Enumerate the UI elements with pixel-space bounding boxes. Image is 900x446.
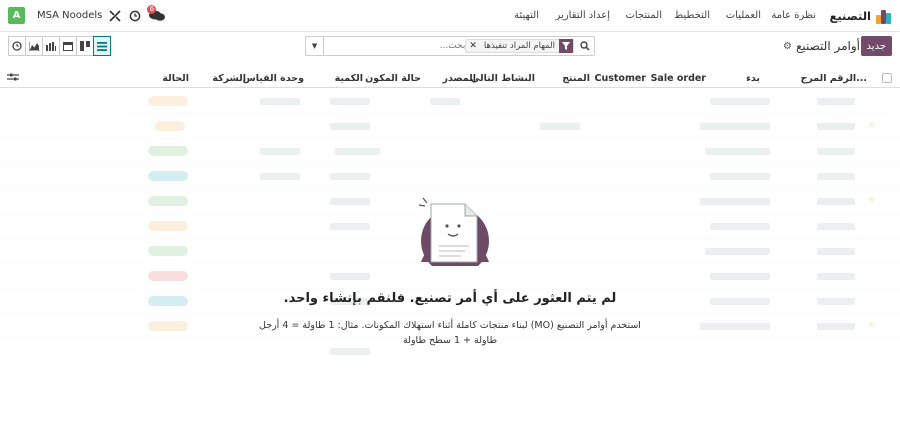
search-bar: المهام المراد تنفيذها ✕ ▼ <box>305 36 595 56</box>
remove-facet-icon[interactable]: ✕ <box>466 41 480 51</box>
facet-label: المهام المراد تنفيذها <box>483 41 555 51</box>
search-options-toggle[interactable]: ▼ <box>306 37 324 55</box>
clock-icon[interactable] <box>128 9 142 23</box>
sample-row <box>0 164 900 189</box>
sample-row <box>0 264 900 289</box>
app-name[interactable]: التصنيع <box>829 9 871 23</box>
breadcrumb: أوامر التصنيع ⚙ <box>783 39 860 53</box>
menu-overview[interactable]: نظرة عامة <box>771 10 816 21</box>
kanban-view-icon[interactable] <box>76 36 94 56</box>
manufacturing-app-icon[interactable] <box>876 8 892 24</box>
control-panel: جديد أوامر التصنيع ⚙ المهام المراد تنفيذ… <box>0 32 900 62</box>
empty-document-illustration <box>418 197 489 266</box>
col-status[interactable]: الحالة <box>162 73 189 84</box>
filter-icon <box>559 39 573 53</box>
activity-view-icon[interactable] <box>8 36 26 56</box>
empty-state-body: استخدم أوامر التصنيع (MO) لبناء منتجات ك… <box>240 318 660 348</box>
company-switcher[interactable]: MSA Noodels <box>37 10 102 21</box>
col-customer[interactable]: Customer <box>595 73 647 84</box>
column-options-icon[interactable] <box>7 72 19 85</box>
empty-state-title: لم يتم العثور على أي أمر تصنيع. فلنقم بإ… <box>283 291 617 306</box>
empty-state-body-line2: طاولة + 1 سطح طاولة <box>402 335 498 346</box>
chat-icon[interactable]: 6 <box>147 4 166 24</box>
search-input[interactable] <box>375 41 466 51</box>
calendar-view-icon[interactable] <box>59 36 77 56</box>
menu-planning[interactable]: التخطيط <box>674 10 710 21</box>
col-next-activity[interactable]: النشاط التالي <box>470 73 535 84</box>
col-source[interactable]: المصدر <box>442 73 476 84</box>
sample-row <box>0 139 900 164</box>
menu-operations[interactable]: العمليات <box>726 10 761 21</box>
col-quantity[interactable]: الكمية <box>335 73 363 84</box>
menu-configuration[interactable]: التهيئة <box>514 10 539 21</box>
col-uom[interactable]: وحدة القياس <box>243 73 304 84</box>
view-switcher <box>8 36 111 56</box>
search-facet[interactable]: المهام المراد تنفيذها ✕ <box>465 39 574 53</box>
select-all-checkbox[interactable] <box>882 73 892 83</box>
menu-products[interactable]: المنتجات <box>625 10 662 21</box>
col-reference[interactable]: الرقم المرج... <box>801 73 868 84</box>
col-company[interactable]: الشركة <box>212 73 246 84</box>
gear-icon[interactable]: ⚙ <box>783 41 792 52</box>
col-sale-order[interactable]: Sale order <box>651 73 706 84</box>
list-view-icon[interactable] <box>93 36 111 56</box>
new-button[interactable]: جديد <box>860 36 892 56</box>
pivot-view-icon[interactable] <box>42 36 60 56</box>
top-navbar: التصنيع نظرة عامة العمليات التخطيط المنت… <box>0 0 900 32</box>
sample-row <box>0 89 900 114</box>
chat-count-badge: 6 <box>147 4 157 14</box>
user-avatar[interactable]: A <box>8 7 25 24</box>
sample-row: ★ <box>0 114 900 139</box>
col-product[interactable]: المنتج <box>562 73 590 84</box>
settings-tools-icon[interactable] <box>108 9 122 23</box>
col-component-status[interactable]: حالة المكون <box>365 73 421 84</box>
page-title: أوامر التصنيع <box>796 39 860 53</box>
graph-view-icon[interactable] <box>25 36 43 56</box>
search-icon[interactable] <box>576 37 594 55</box>
table-header: الرقم المرج... بدء Sale order Customer ا… <box>0 68 900 88</box>
menu-reporting[interactable]: إعداد التقارير <box>556 10 610 21</box>
col-start[interactable]: بدء <box>746 73 760 84</box>
empty-state-body-line1: استخدم أوامر التصنيع (MO) لبناء منتجات ك… <box>259 320 641 331</box>
